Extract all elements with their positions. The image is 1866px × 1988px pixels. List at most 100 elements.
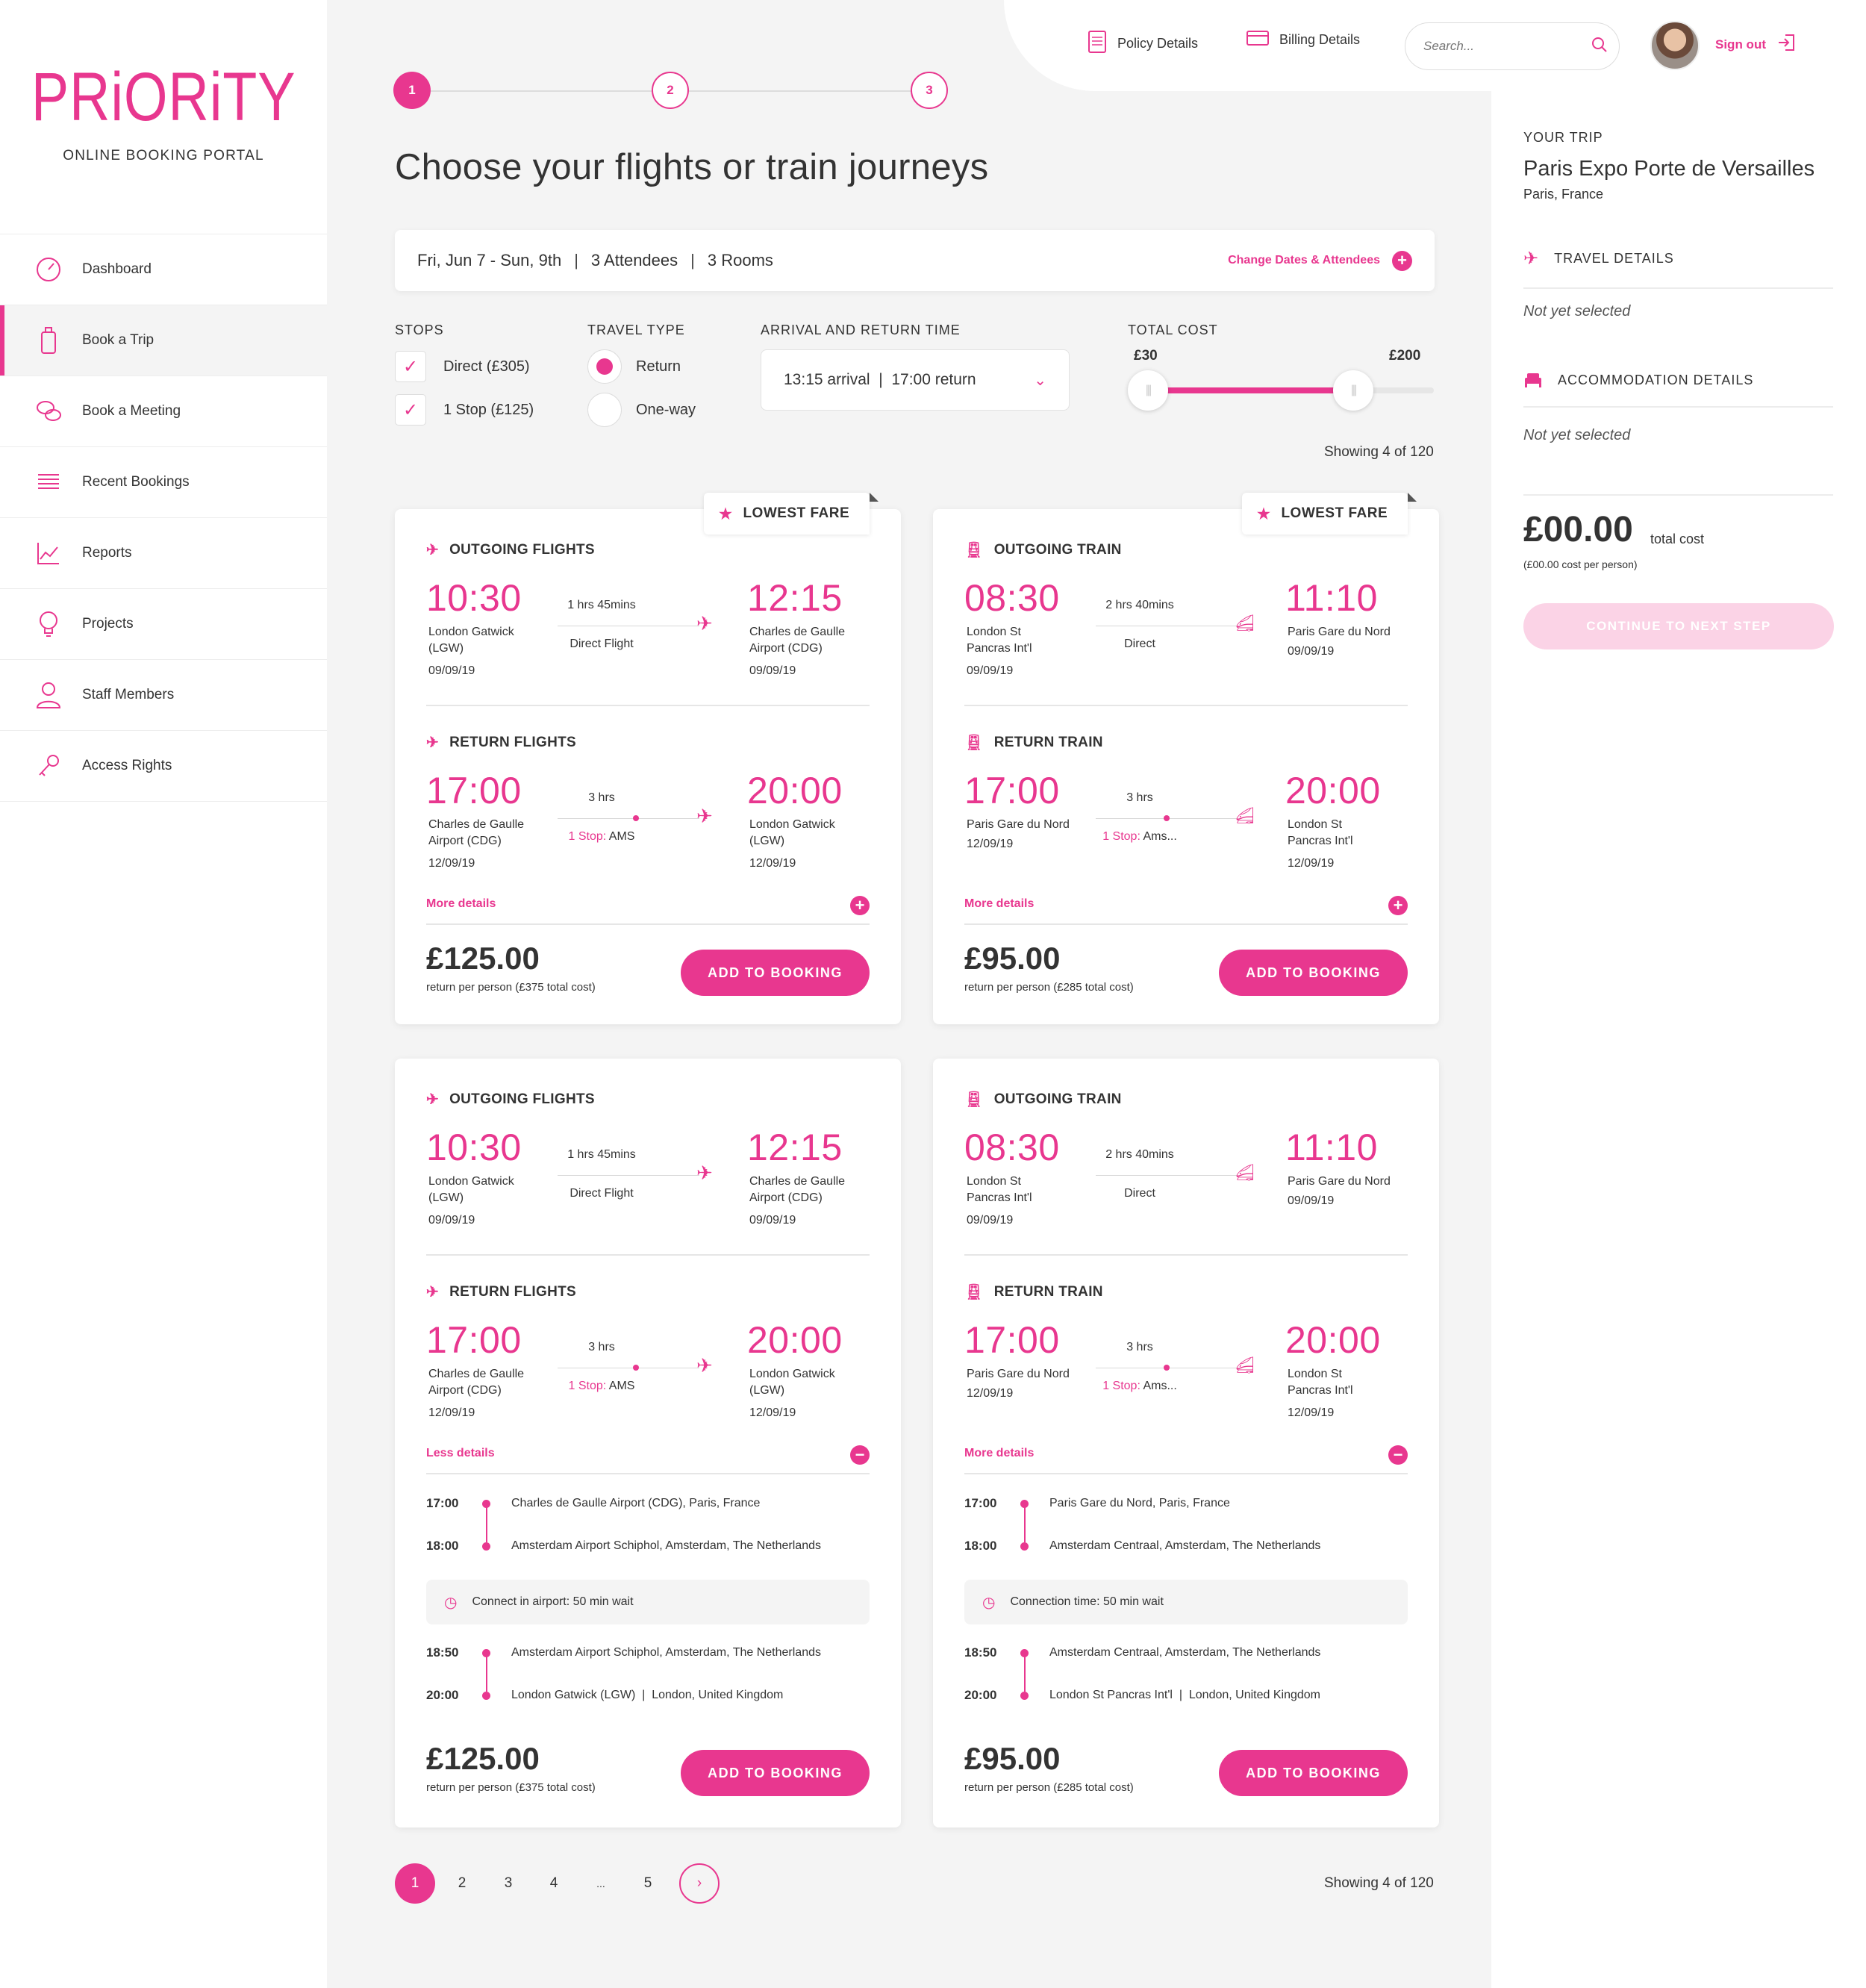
stop-label: 1 Stop: (1102, 1380, 1140, 1392)
page-2-button[interactable]: 2 (442, 1863, 482, 1904)
result-card-flight-expanded: ✈ OUTGOING FLIGHTS 10:30 London Gatwick (… (395, 1059, 901, 1827)
stop-value: AMS (608, 830, 635, 843)
arrival-place: Paris Gare du Nord (1288, 1175, 1391, 1188)
arrival-date: 09/09/19 (1288, 645, 1335, 658)
expand-plus-icon[interactable]: + (850, 896, 870, 915)
step-2[interactable]: 2 (652, 72, 689, 109)
more-details-link[interactable]: More details (426, 897, 496, 911)
sidebar-item-staff-members[interactable]: Staff Members (0, 660, 327, 731)
sidebar-item-book-a-meeting[interactable]: Book a Meeting (0, 376, 327, 447)
departure-place: London Gatwick (LGW) (428, 1175, 514, 1204)
more-details-link[interactable]: More details (964, 897, 1034, 911)
add-to-booking-button[interactable]: ADD TO BOOKING (1219, 1750, 1408, 1796)
add-to-booking-button[interactable]: ADD TO BOOKING (1219, 950, 1408, 996)
total-cost-value: £00.00 (1523, 510, 1633, 549)
add-to-booking-button[interactable]: ADD TO BOOKING (681, 950, 870, 996)
duration: 1 hrs 45mins (567, 599, 636, 611)
search-input[interactable] (1423, 39, 1591, 54)
travel-not-selected: Not yet selected (1523, 303, 1631, 320)
timeline-dot (1020, 1542, 1029, 1551)
collapse-minus-icon[interactable]: − (850, 1445, 870, 1465)
badge-label: LOWEST FARE (1281, 505, 1388, 521)
price: £95.00 (964, 941, 1061, 976)
itinerary-time: 20:00 (426, 1688, 459, 1702)
step-1[interactable]: 1 (393, 72, 431, 109)
flight-type: Direct Flight (570, 1187, 634, 1200)
page-4-button[interactable]: 4 (534, 1863, 574, 1904)
more-details-link[interactable]: More details (964, 1447, 1034, 1460)
results-count-bottom: Showing 4 of 120 (1324, 1875, 1434, 1891)
add-to-booking-button[interactable]: ADD TO BOOKING (681, 1750, 870, 1796)
stops-direct-checkbox[interactable]: ✓ (395, 351, 426, 382)
travel-oneway-radio[interactable] (587, 393, 622, 427)
divider (964, 923, 1408, 925)
return-header: ✈ RETURN FLIGHTS (426, 733, 576, 752)
sidebar-item-label: Recent Bookings (82, 474, 190, 490)
chat-bubbles-icon (33, 396, 64, 427)
policy-details-link[interactable]: Policy Details (1088, 30, 1198, 57)
return-label: RETURN TRAIN (993, 1283, 1103, 1300)
arrival-time: 12:15 (747, 1127, 843, 1168)
luggage-icon (33, 325, 64, 356)
cost-slider-min-handle[interactable]: ||| (1128, 370, 1168, 411)
stop-info: 1 Stop: Ams... (1073, 1380, 1207, 1393)
sidebar-item-dashboard[interactable]: Dashboard (0, 234, 327, 305)
sidebar-item-projects[interactable]: Projects (0, 589, 327, 660)
accommodation-details-label: ACCOMMODATION DETAILS (1558, 372, 1754, 387)
continue-button[interactable]: CONTINUE TO NEXT STEP (1523, 603, 1834, 649)
cost-slider-max-handle[interactable]: ||| (1333, 370, 1373, 411)
plane-icon: ✈ (696, 805, 713, 827)
plane-landing-icon: ✈ (426, 735, 440, 751)
arrival-date: 09/09/19 (749, 664, 796, 677)
divider (426, 923, 870, 925)
departure-date: 09/09/19 (428, 1214, 475, 1227)
travel-return-radio[interactable] (587, 349, 622, 384)
duration: 3 hrs (1126, 791, 1153, 804)
arrival-return-select[interactable]: 13:15 arrival | 17:00 return ⌄ (761, 349, 1070, 411)
change-dates-button[interactable]: Change Dates & Attendees + (1228, 250, 1412, 271)
chevron-right-icon: › (696, 1875, 702, 1891)
sidebar-item-reports[interactable]: Reports (0, 518, 327, 589)
itinerary-stop: 18:00 Amsterdam Airport Schiphol, Amsterd… (426, 1539, 870, 1554)
brand-subtitle: ONLINE BOOKING PORTAL (63, 148, 264, 163)
less-details-link[interactable]: Less details (426, 1447, 495, 1460)
page-5-button[interactable]: 5 (628, 1863, 668, 1904)
arrival-return-value: 13:15 arrival | 17:00 return (784, 371, 976, 388)
arrival-date: 12/09/19 (1288, 1406, 1335, 1419)
price: £125.00 (426, 941, 540, 976)
page-3-button[interactable]: 3 (488, 1863, 528, 1904)
route-line (558, 818, 699, 819)
page-1-button[interactable]: 1 (395, 1863, 435, 1904)
stops-one-stop-checkbox[interactable]: ✓ (395, 394, 426, 426)
itinerary-stop: 20:00 London Gatwick (LGW) | London, Unit… (426, 1688, 870, 1703)
arrival-time: 20:00 (747, 1319, 843, 1361)
collapse-minus-icon[interactable]: − (1388, 1445, 1408, 1465)
travel-details-section: ✈ TRAVEL DETAILS (1523, 248, 1833, 289)
next-page-button[interactable]: › (679, 1863, 720, 1904)
avatar[interactable] (1650, 21, 1700, 70)
separator: | (574, 251, 578, 269)
sign-out-button[interactable]: Sign out (1715, 33, 1796, 56)
step-3[interactable]: 3 (911, 72, 948, 109)
arrival-place: London Gatwick (LGW) (749, 1368, 835, 1397)
itinerary-time: 17:00 (426, 1496, 459, 1510)
itinerary-time: 18:00 (426, 1539, 459, 1553)
search-icon[interactable] (1591, 36, 1608, 57)
stops-label: STOPS (395, 322, 444, 337)
itinerary-stop: 20:00 London St Pancras Int'l | London, U… (964, 1688, 1408, 1703)
departure-time: 10:30 (426, 577, 522, 619)
travel-oneway-label: One-way (636, 402, 696, 418)
sidebar-nav: Dashboard Book a Trip Book a Meeting Rec… (0, 234, 327, 802)
result-card-train: ★ LOWEST FARE 🚆︎ OUTGOING TRAIN 08:30 Lond… (933, 493, 1439, 1024)
billing-details-link[interactable]: Billing Details (1246, 30, 1360, 50)
itinerary-place: Amsterdam Centraal, Amsterdam, The Nethe… (1049, 1539, 1321, 1552)
badge-label: LOWEST FARE (743, 505, 850, 521)
sidebar-item-access-rights[interactable]: Access Rights (0, 731, 327, 802)
sidebar-item-recent-bookings[interactable]: Recent Bookings (0, 447, 327, 518)
outgoing-label: OUTGOING TRAIN (993, 1091, 1122, 1107)
sidebar-item-book-a-trip[interactable]: Book a Trip (0, 305, 327, 376)
sidebar-item-label: Reports (82, 545, 132, 561)
expand-plus-icon[interactable]: + (1388, 896, 1408, 915)
timeline-dot (482, 1648, 490, 1657)
departure-place: Charles de Gaulle Airport (CDG) (428, 818, 525, 847)
